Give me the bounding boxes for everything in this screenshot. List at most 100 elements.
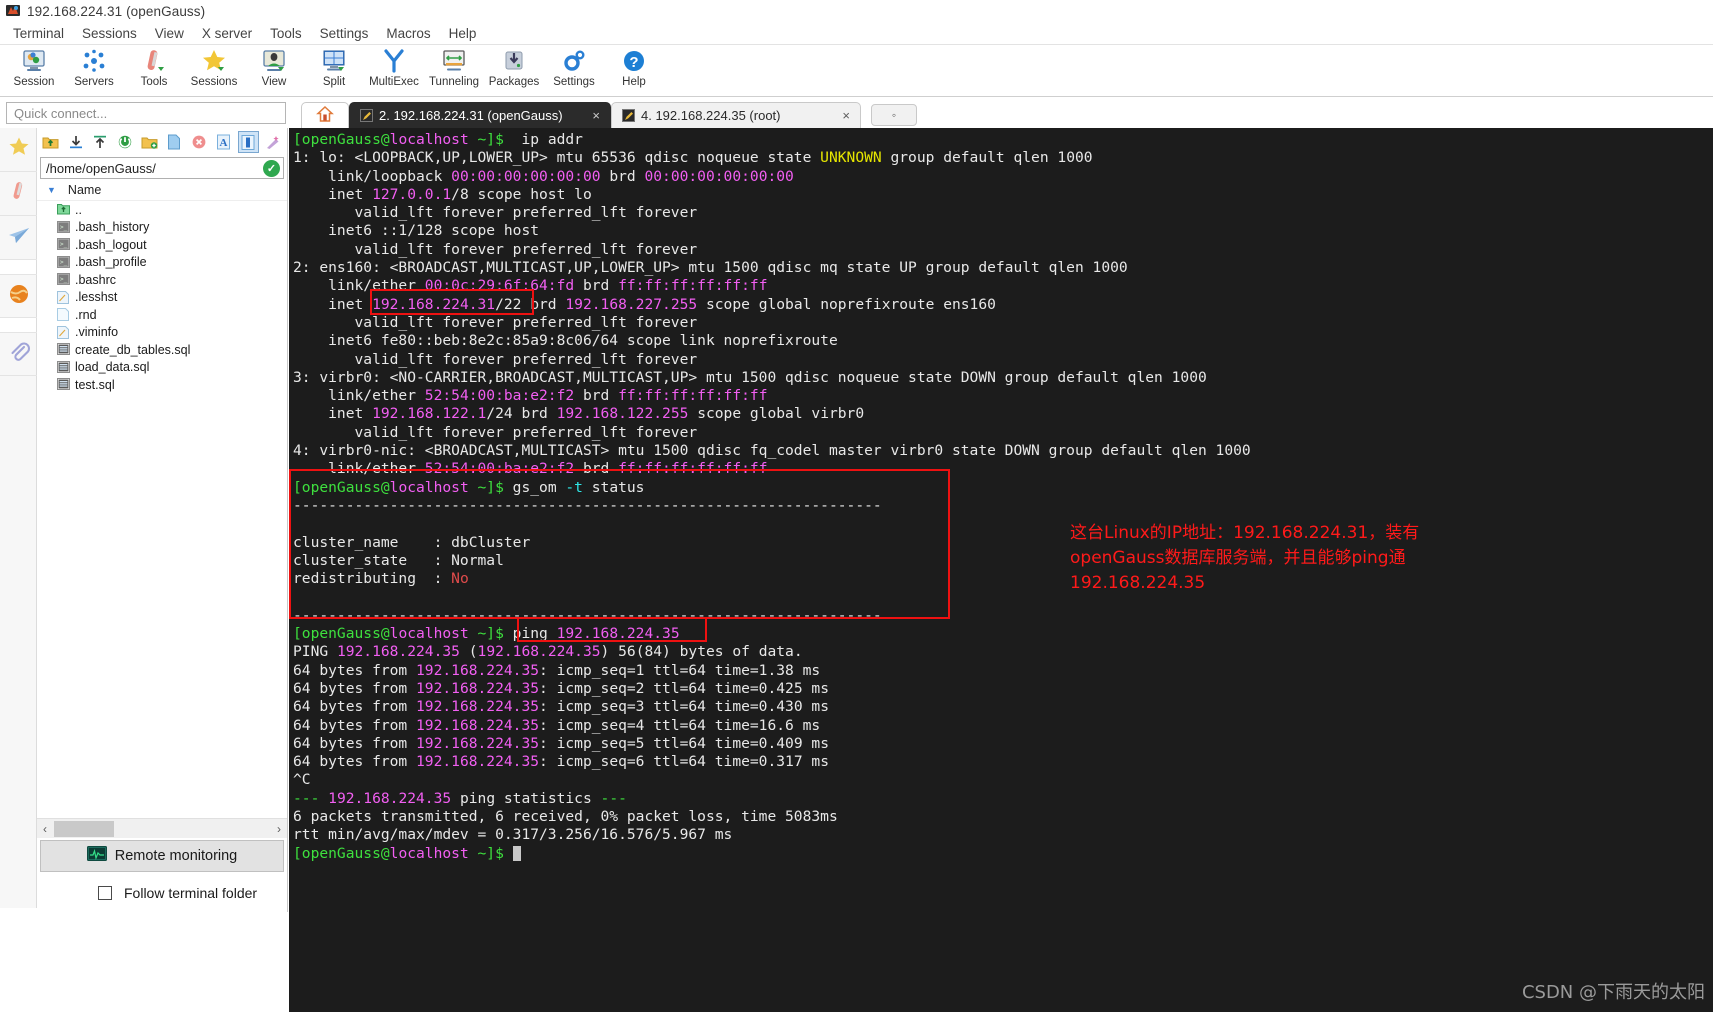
menu-settings[interactable]: Settings bbox=[311, 24, 378, 43]
file-row[interactable]: >_ .bash_history bbox=[37, 219, 287, 237]
file-row[interactable]: create_db_tables.sql bbox=[37, 341, 287, 359]
file-row[interactable]: >_ .bash_logout bbox=[37, 236, 287, 254]
rail-attach-button[interactable] bbox=[0, 332, 37, 376]
hscroll-right-arrow[interactable]: › bbox=[271, 822, 287, 836]
terminal-text: /24 brd bbox=[486, 405, 557, 423]
toolbar-packages-label: Packages bbox=[488, 76, 540, 88]
text-mode-icon[interactable]: A bbox=[213, 131, 235, 153]
terminal-text: 1: lo: <LOOPBACK,UP,LOWER_UP> mtu 65536 … bbox=[293, 149, 821, 167]
terminal-text: brd bbox=[600, 167, 645, 185]
remote-monitoring-button[interactable]: Remote monitoring bbox=[40, 840, 284, 872]
upload-icon[interactable] bbox=[89, 131, 111, 153]
up-folder-icon[interactable] bbox=[40, 131, 62, 153]
main-toolbar: Session Servers Tools Sessions View Spli… bbox=[0, 45, 1713, 97]
rail-sessions-button[interactable] bbox=[0, 128, 37, 172]
terminal-text: 6 packets transmitted, 6 received, 0% pa… bbox=[293, 807, 838, 825]
tab-session-1[interactable]: 2. 192.168.224.31 (openGauss) × bbox=[349, 102, 611, 128]
rail-globe-button[interactable] bbox=[0, 274, 37, 318]
column-header-name[interactable]: Name bbox=[68, 183, 101, 197]
menu-view[interactable]: View bbox=[146, 24, 193, 43]
file-row[interactable]: .lesshst bbox=[37, 289, 287, 307]
hscroll-thumb[interactable] bbox=[54, 821, 114, 837]
binary-mode-icon[interactable] bbox=[237, 131, 260, 153]
toolbar-split-button[interactable]: Split bbox=[304, 45, 364, 95]
rail-macros-button[interactable] bbox=[0, 216, 37, 260]
terminal-line: link/ether 52:54:00:ba:e2:f2 brd ff:ff:f… bbox=[293, 460, 1713, 478]
toolbar-multiexec-button[interactable]: MultiExec bbox=[364, 45, 424, 95]
terminal-line: 64 bytes from 192.168.224.35: icmp_seq=2… bbox=[293, 680, 1713, 698]
terminal-line: valid_lft forever preferred_lft forever bbox=[293, 424, 1713, 442]
toolbar-sessions-button[interactable]: Sessions bbox=[184, 45, 244, 95]
terminal-text: ~]$ bbox=[468, 625, 513, 643]
terminal-text: inet bbox=[293, 405, 373, 423]
hscroll-left-arrow[interactable]: ‹ bbox=[37, 822, 53, 836]
menu-terminal[interactable]: Terminal bbox=[4, 24, 73, 43]
tab-home[interactable] bbox=[301, 102, 349, 128]
sql-file-icon bbox=[57, 360, 70, 374]
path-input[interactable]: /home/openGauss/ ✓ bbox=[40, 157, 284, 179]
toolbar-settings-button[interactable]: Settings bbox=[544, 45, 604, 95]
toolbar-view-button[interactable]: View bbox=[244, 45, 304, 95]
new-tab-button[interactable]: ◦ bbox=[871, 104, 917, 126]
edit-wand-icon[interactable] bbox=[262, 131, 284, 153]
refresh-icon[interactable] bbox=[114, 131, 136, 153]
annotation-line-3: 192.168.224.35 bbox=[1070, 573, 1206, 593]
toolbar-help-label: Help bbox=[622, 76, 646, 88]
tab-session-2-close-icon[interactable]: × bbox=[828, 108, 850, 123]
toolbar-session-button[interactable]: Session bbox=[4, 45, 64, 95]
follow-terminal-folder-row[interactable]: Follow terminal folder bbox=[40, 880, 284, 906]
terminal-line: valid_lft forever preferred_lft forever bbox=[293, 241, 1713, 259]
terminal-text: 192.168.227.255 bbox=[565, 295, 698, 313]
tab-session-2-label: 4. 192.168.224.35 (root) bbox=[641, 108, 781, 123]
terminal-text: 192.168.224.35 bbox=[416, 734, 540, 752]
sessions-star-icon bbox=[200, 47, 228, 75]
new-file-icon[interactable] bbox=[164, 131, 186, 153]
menu-x-server[interactable]: X server bbox=[193, 24, 261, 43]
terminal-text: valid_lft forever preferred_lft forever bbox=[293, 350, 698, 368]
terminal-line: link/loopback 00:00:00:00:00:00 brd 00:0… bbox=[293, 168, 1713, 186]
svg-text:>_: >_ bbox=[60, 276, 68, 283]
terminal-text: inet bbox=[293, 185, 373, 203]
terminal-text: 192.168.224.35 bbox=[416, 661, 540, 679]
toolbar-tunneling-button[interactable]: Tunneling bbox=[424, 45, 484, 95]
sort-caret-icon[interactable]: ▼ bbox=[47, 185, 56, 195]
file-name: .viminfo bbox=[75, 325, 119, 340]
menu-macros[interactable]: Macros bbox=[377, 24, 439, 43]
file-row[interactable]: test.sql bbox=[37, 376, 287, 394]
quick-connect-input[interactable]: Quick connect... bbox=[6, 102, 286, 124]
split-icon bbox=[320, 47, 348, 75]
toolbar-tools-button[interactable]: Tools bbox=[124, 45, 184, 95]
script-file-icon: >_ bbox=[57, 273, 70, 286]
menu-sessions[interactable]: Sessions bbox=[73, 24, 146, 43]
terminal-text: valid_lft forever preferred_lft forever bbox=[293, 423, 698, 441]
toolbar-servers-button[interactable]: Servers bbox=[64, 45, 124, 95]
file-row[interactable]: >_ .bash_profile bbox=[37, 254, 287, 272]
tab-session-1-close-icon[interactable]: × bbox=[578, 108, 600, 123]
file-row[interactable]: .. bbox=[37, 201, 287, 219]
terminal-text: ----------------------------------------… bbox=[293, 496, 882, 514]
terminal-text: 192.168.224.35 bbox=[556, 625, 680, 643]
file-row[interactable]: load_data.sql bbox=[37, 359, 287, 377]
delete-icon[interactable] bbox=[188, 131, 210, 153]
file-row[interactable]: .viminfo bbox=[37, 324, 287, 342]
toolbar-help-button[interactable]: ? Help bbox=[604, 45, 664, 95]
svg-text:>_: >_ bbox=[60, 259, 68, 266]
file-list-hscrollbar[interactable]: ‹ › bbox=[37, 818, 287, 838]
toolbar-packages-button[interactable]: Packages bbox=[484, 45, 544, 95]
new-folder-icon[interactable] bbox=[139, 131, 161, 153]
menu-help[interactable]: Help bbox=[440, 24, 486, 43]
svg-text:A: A bbox=[220, 137, 228, 149]
terminal-text: 192.168.224.35 bbox=[328, 789, 452, 807]
file-row[interactable]: .rnd bbox=[37, 306, 287, 324]
tab-session-2[interactable]: 4. 192.168.224.35 (root) × bbox=[611, 102, 861, 128]
menu-tools[interactable]: Tools bbox=[261, 24, 311, 43]
follow-terminal-folder-checkbox[interactable] bbox=[98, 886, 112, 900]
terminal-text: cluster_name : dbCluster bbox=[293, 533, 531, 551]
svg-text:>_: >_ bbox=[60, 241, 68, 248]
terminal-text: 192.168.224.35 bbox=[477, 643, 601, 661]
rail-tools-button[interactable] bbox=[0, 172, 37, 216]
download-icon[interactable] bbox=[65, 131, 87, 153]
terminal-text: scope global virbr0 bbox=[688, 405, 865, 423]
terminal-line: PING 192.168.224.35 (192.168.224.35) 56(… bbox=[293, 643, 1713, 661]
file-row[interactable]: >_ .bashrc bbox=[37, 271, 287, 289]
